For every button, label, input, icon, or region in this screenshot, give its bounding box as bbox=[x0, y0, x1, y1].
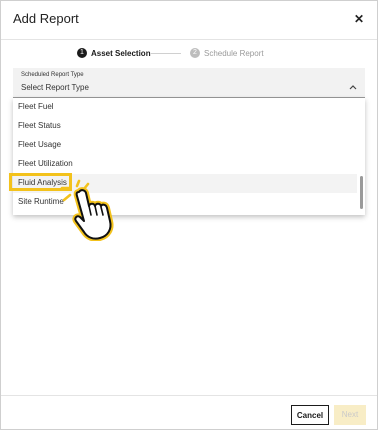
close-icon[interactable]: ✕ bbox=[354, 12, 364, 26]
step-2-label: Schedule Report bbox=[204, 49, 264, 58]
option-label: Fluid Analysis bbox=[18, 178, 67, 187]
option-fleet-fuel[interactable]: Fleet Fuel bbox=[13, 98, 357, 117]
option-fleet-usage[interactable]: Fleet Usage bbox=[13, 136, 357, 155]
option-label: Fleet Utilization bbox=[18, 159, 73, 168]
dropdown-scrollbar[interactable] bbox=[360, 176, 363, 209]
step-connector bbox=[151, 53, 181, 54]
next-button[interactable]: Next bbox=[334, 405, 366, 425]
add-report-dialog: Add Report ✕ 1 Asset Selection 2 Schedul… bbox=[0, 0, 378, 430]
option-label: Site Runtime bbox=[18, 197, 64, 206]
option-fluid-analysis[interactable]: Fluid Analysis bbox=[13, 174, 357, 193]
dialog-footer: Cancel Next bbox=[1, 395, 377, 430]
stepper: 1 Asset Selection 2 Schedule Report bbox=[1, 47, 377, 61]
dialog-header: Add Report ✕ bbox=[1, 1, 377, 40]
report-type-label: Scheduled Report Type bbox=[21, 72, 84, 78]
dialog-title: Add Report bbox=[13, 11, 79, 26]
cancel-button[interactable]: Cancel bbox=[291, 405, 329, 425]
option-label: Fleet Usage bbox=[18, 140, 62, 149]
option-label: Fleet Status bbox=[18, 121, 61, 130]
option-label: Fleet Fuel bbox=[18, 102, 54, 111]
step-1-label: Asset Selection bbox=[91, 49, 151, 58]
step-1-number: 1 bbox=[77, 48, 87, 58]
report-type-value: Select Report Type bbox=[21, 83, 89, 92]
report-type-dropdown: Fleet Fuel Fleet Status Fleet Usage Flee… bbox=[13, 98, 365, 215]
step-2-number: 2 bbox=[190, 48, 200, 58]
chevron-up-icon bbox=[349, 85, 357, 90]
option-fleet-utilization[interactable]: Fleet Utilization bbox=[13, 155, 357, 174]
option-site-runtime[interactable]: Site Runtime bbox=[13, 193, 357, 212]
report-type-select[interactable]: Scheduled Report Type Select Report Type bbox=[13, 68, 365, 98]
option-fleet-status[interactable]: Fleet Status bbox=[13, 117, 357, 136]
